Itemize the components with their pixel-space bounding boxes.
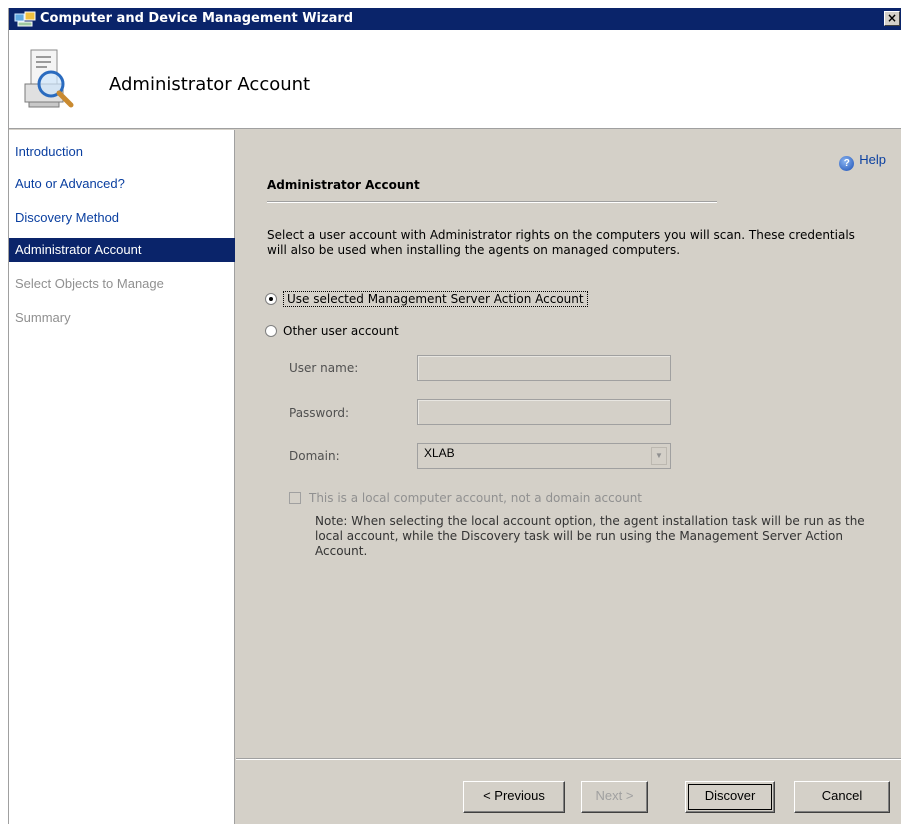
wizard-window: Computer and Device Management Wizard × … [8,8,901,824]
wizard-header: Administrator Account [9,30,901,129]
username-label: User name: [289,361,359,375]
title-bar[interactable]: Computer and Device Management Wizard × [9,8,901,30]
close-icon: × [886,11,898,25]
section-title: Administrator Account [267,178,420,192]
local-account-checkbox [289,492,301,504]
section-divider [267,201,717,203]
radio-button-checked[interactable] [265,293,277,305]
nav-item-introduction[interactable]: Introduction [9,140,235,164]
local-account-label: This is a local computer account, not a … [309,491,642,505]
wizard-nav: Introduction Auto or Advanced? Discovery… [9,130,235,824]
wizard-search-icon [24,49,74,108]
password-label: Password: [289,406,350,420]
cancel-button[interactable]: Cancel [794,781,890,813]
page-title: Administrator Account [109,74,311,95]
nav-item-summary: Summary [15,310,71,325]
computer-management-icon [14,11,36,27]
previous-button[interactable]: < Previous [463,781,565,813]
nav-item-administrator-account[interactable]: Administrator Account [9,238,235,262]
nav-item-select-objects: Select Objects to Manage [15,276,164,291]
help-label: Help [859,152,886,167]
radio-button-unchecked[interactable] [265,325,277,337]
section-description: Select a user account with Administrator… [267,228,855,257]
footer-divider [236,758,901,760]
username-field[interactable] [417,355,671,381]
next-button: Next > [581,781,648,813]
radio-label-other-user-account: Other user account [283,324,399,338]
domain-select[interactable]: XLAB ▼ [417,443,671,469]
radio-label-use-action-account: Use selected Management Server Action Ac… [283,291,588,307]
domain-value: XLAB [424,446,455,460]
window-title: Computer and Device Management Wizard [40,11,354,26]
password-field[interactable] [417,399,671,425]
nav-item-discovery-method[interactable]: Discovery Method [9,206,235,230]
wizard-content: ? Help Administrator Account Select a use… [236,130,901,824]
radio-other-user-account[interactable]: Other user account [265,322,399,340]
local-account-note: Note: When selecting the local account o… [315,514,865,558]
domain-label: Domain: [289,449,340,463]
local-account-checkbox-row: This is a local computer account, not a … [289,491,642,505]
help-link[interactable]: ? Help [839,152,886,171]
radio-use-action-account[interactable]: Use selected Management Server Action Ac… [265,290,588,308]
chevron-down-icon[interactable]: ▼ [651,447,667,465]
close-button[interactable]: × [884,11,900,26]
help-icon: ? [839,156,855,171]
nav-item-auto-or-advanced[interactable]: Auto or Advanced? [9,172,235,196]
discover-button[interactable]: Discover [685,781,775,813]
